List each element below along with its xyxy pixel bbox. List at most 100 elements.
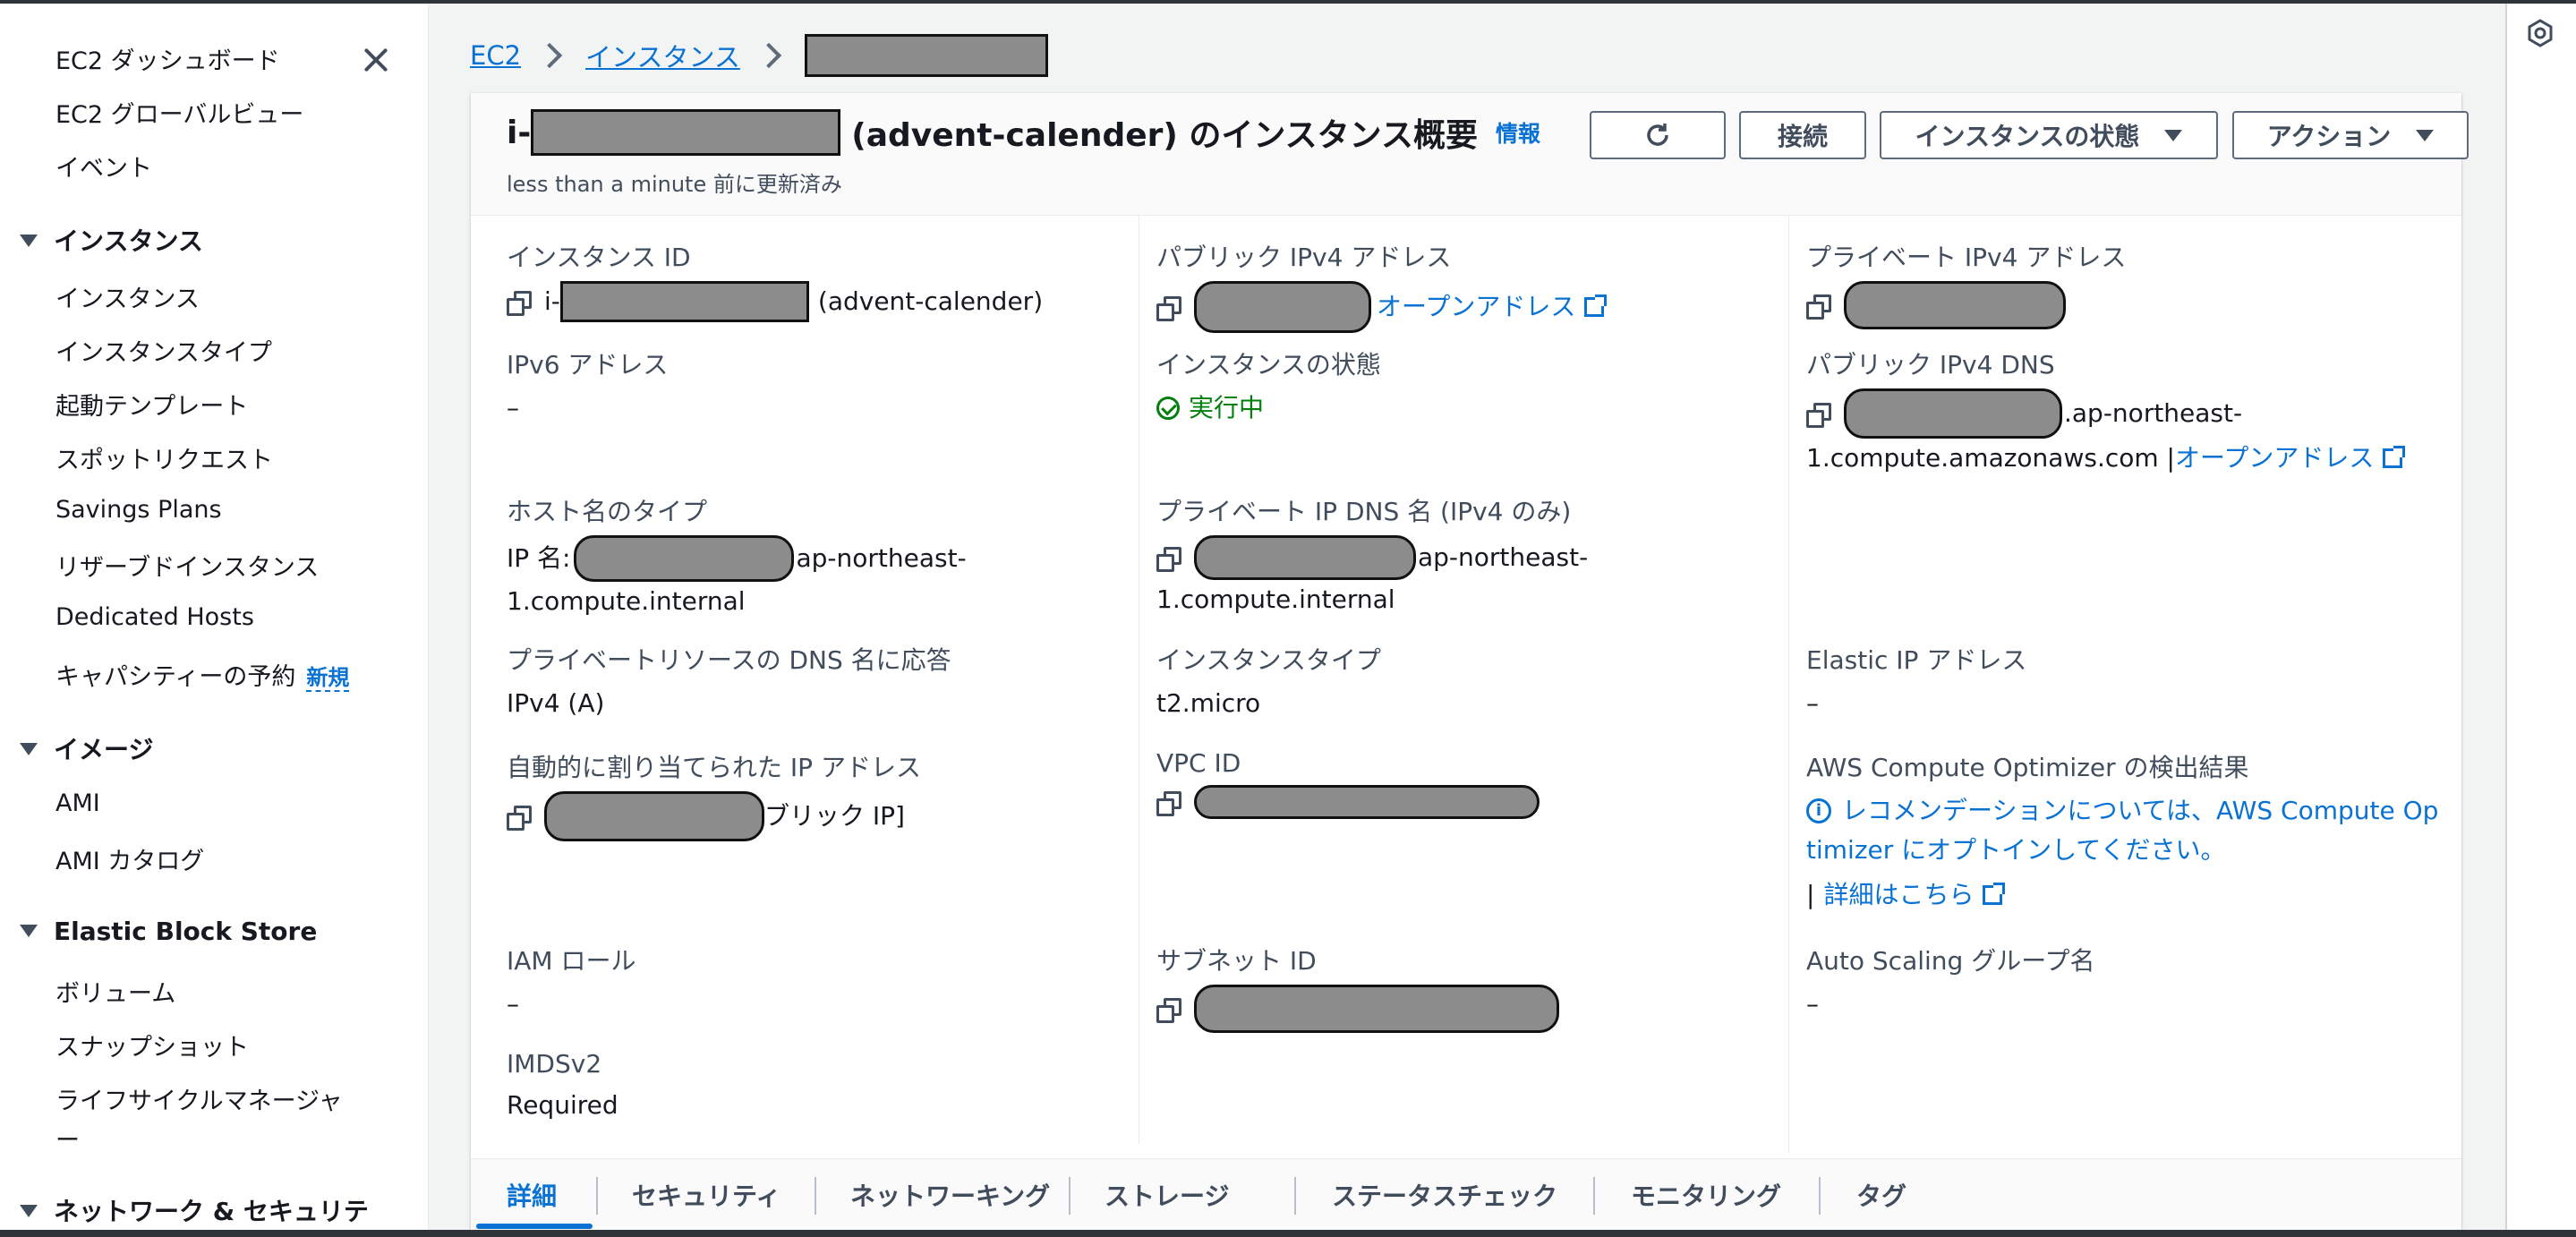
actions-button[interactable]: アクション: [2232, 111, 2469, 159]
learn-more-link[interactable]: 詳細はこちら: [1823, 875, 1974, 915]
tab-details[interactable]: 詳細: [507, 1159, 557, 1231]
settings-icon[interactable]: [2525, 18, 2555, 48]
tab-networking[interactable]: ネットワーキング: [850, 1159, 1050, 1231]
tab-tags[interactable]: タグ: [1856, 1159, 1906, 1231]
sidebar-item-volumes[interactable]: ボリューム: [55, 974, 175, 1009]
sidebar-item-ec2-global-view[interactable]: EC2 グローバルビュー: [55, 95, 303, 130]
field-private-ipv4: プライベート IPv4 アドレス: [1806, 238, 2126, 329]
breadcrumb: EC2 インスタンス: [470, 34, 1048, 77]
field-auto-assigned-ip: 自動的に割り当てられた IP アドレス ブリック IP]: [507, 748, 921, 841]
redacted-value: [1194, 281, 1371, 333]
copy-icon[interactable]: [1156, 296, 1181, 321]
sidebar-item-spot-requests[interactable]: スポットリクエスト: [55, 440, 273, 475]
instance-state-button[interactable]: インスタンスの状態: [1880, 111, 2218, 159]
sidebar-item-lifecycle-manager-cont[interactable]: ー: [55, 1121, 80, 1156]
redacted-value: [1844, 281, 2066, 329]
field-public-ipv4: パブリック IPv4 アドレス オープンアドレス: [1156, 238, 1608, 333]
redacted-value: [574, 535, 795, 582]
tab-divider: [1593, 1177, 1595, 1215]
sidebar-section-ebs[interactable]: Elastic Block Store: [20, 917, 317, 946]
caret-down-icon: [2416, 129, 2435, 141]
column-divider: [1788, 215, 1789, 1153]
sidebar-item-dedicated-hosts[interactable]: Dedicated Hosts: [55, 603, 254, 631]
sidebar-section-network-security[interactable]: ネットワーク & セキュリテ: [20, 1192, 369, 1228]
sidebar-item-ami-catalog[interactable]: AMI カタログ: [55, 841, 204, 876]
info-icon: i: [1806, 798, 1831, 823]
sidebar-item-ec2-dashboard[interactable]: EC2 ダッシュボード: [55, 41, 280, 76]
connect-button[interactable]: 接続: [1739, 111, 1866, 159]
field-ipv6-address: IPv6 アドレス –: [507, 350, 669, 422]
open-address-link[interactable]: オープンアドレス: [2175, 439, 2374, 478]
breadcrumb-ec2[interactable]: EC2: [470, 40, 521, 71]
sidebar-section-instances[interactable]: インスタンス: [20, 222, 203, 258]
copy-icon[interactable]: [1156, 791, 1181, 816]
sidebar-item-launch-templates[interactable]: 起動テンプレート: [55, 387, 248, 422]
new-badge: 新規: [306, 665, 350, 692]
sidebar-item-snapshots[interactable]: スナップショット: [55, 1028, 249, 1062]
refresh-button[interactable]: [1590, 111, 1726, 159]
tab-divider: [596, 1177, 598, 1215]
status-badge: 実行中: [1156, 388, 1381, 428]
tab-security[interactable]: セキュリティ: [632, 1159, 780, 1231]
field-elastic-ip: Elastic IP アドレス –: [1806, 645, 2027, 718]
sidebar-item-instance-types[interactable]: インスタンスタイプ: [55, 333, 272, 368]
sidebar-item-instances[interactable]: インスタンス: [55, 279, 200, 314]
sidebar-item-events[interactable]: イベント: [55, 149, 152, 183]
tab-divider: [1294, 1177, 1296, 1215]
tab-divider: [815, 1177, 816, 1215]
chevron-right-icon: [755, 42, 782, 69]
open-address-link[interactable]: オープンアドレス: [1377, 287, 1575, 327]
redacted-instance-id: [804, 34, 1048, 77]
field-hostname-type: ホスト名のタイプ IP 名: ap-northeast- 1.compute.i…: [507, 497, 967, 616]
copy-icon[interactable]: [1806, 403, 1831, 428]
field-vpc-id: VPC ID: [1156, 748, 1540, 819]
close-sidebar-icon[interactable]: [358, 43, 392, 77]
sidebar-item-lifecycle-manager[interactable]: ライフサイクルマネージャ: [55, 1081, 343, 1116]
field-imdsv2: IMDSv2 Required: [507, 1049, 618, 1120]
field-auto-scaling-group: Auto Scaling グループ名 –: [1806, 946, 2095, 1019]
copy-icon[interactable]: [1806, 294, 1831, 320]
instance-summary-panel: i- (advent-calender) のインスタンス概要 情報 less t…: [471, 93, 2469, 1231]
caret-down-icon: [2164, 129, 2183, 141]
field-instance-id: インスタンス ID i- (advent-calender): [507, 238, 1043, 322]
redacted-value: [1844, 388, 2062, 439]
copy-icon[interactable]: [507, 291, 532, 316]
page-title: i- (advent-calender) のインスタンス概要 情報: [507, 109, 1540, 156]
check-circle-icon: [1156, 397, 1180, 420]
tab-monitoring[interactable]: モニタリング: [1631, 1159, 1781, 1231]
sidebar-item-ami[interactable]: AMI: [55, 789, 100, 817]
sidebar-navigation: EC2 ダッシュボード EC2 グローバルビュー イベント インスタンス インス…: [0, 4, 429, 1230]
sidebar-section-images[interactable]: イメージ: [20, 730, 153, 766]
sidebar-item-reserved-instances[interactable]: リザーブドインスタンス: [55, 548, 319, 583]
copy-icon[interactable]: [1156, 547, 1181, 572]
active-tab-indicator: [476, 1224, 593, 1229]
chevron-right-icon: [536, 42, 563, 69]
redacted-instance-id: [531, 109, 841, 156]
external-link-icon: [2383, 446, 2406, 468]
tab-storage[interactable]: ストレージ: [1105, 1159, 1229, 1231]
redacted-value: [1194, 785, 1540, 819]
breadcrumb-instances[interactable]: インスタンス: [585, 37, 740, 74]
field-instance-state: インスタンスの状態 実行中: [1156, 346, 1381, 428]
tab-status-checks[interactable]: ステータスチェック: [1332, 1159, 1557, 1231]
field-compute-optimizer: AWS Compute Optimizer の検出結果 i レコメンデーションに…: [1806, 748, 2438, 915]
info-link[interactable]: 情報: [1496, 116, 1540, 149]
panel-header: i- (advent-calender) のインスタンス概要 情報 less t…: [471, 93, 2469, 216]
caret-down-icon: [20, 925, 38, 937]
bottom-border: [0, 1230, 2576, 1237]
copy-icon[interactable]: [507, 806, 532, 831]
external-link-icon: [1584, 294, 1608, 317]
external-link-icon: [1983, 883, 2006, 905]
redacted-value: [1194, 535, 1416, 580]
caret-down-icon: [20, 235, 38, 247]
utility-sidebar: [2505, 4, 2576, 1230]
sidebar-item-savings-plans[interactable]: Savings Plans: [55, 496, 222, 524]
field-private-ip-dns: プライベート IP DNS 名 (IPv4 のみ) ap-northeast- …: [1156, 497, 1589, 614]
field-public-ipv4-dns: パブリック IPv4 DNS .ap-northeast- 1.compute.…: [1806, 346, 2406, 478]
sidebar-item-capacity-reservations[interactable]: キャパシティーの予約 新規: [55, 657, 350, 692]
redacted-value: [559, 281, 809, 322]
field-iam-role: IAM ロール –: [507, 946, 636, 1019]
copy-icon[interactable]: [1156, 998, 1181, 1023]
tab-divider: [1069, 1177, 1070, 1215]
last-updated-text: less than a minute 前に更新済み: [507, 172, 842, 197]
